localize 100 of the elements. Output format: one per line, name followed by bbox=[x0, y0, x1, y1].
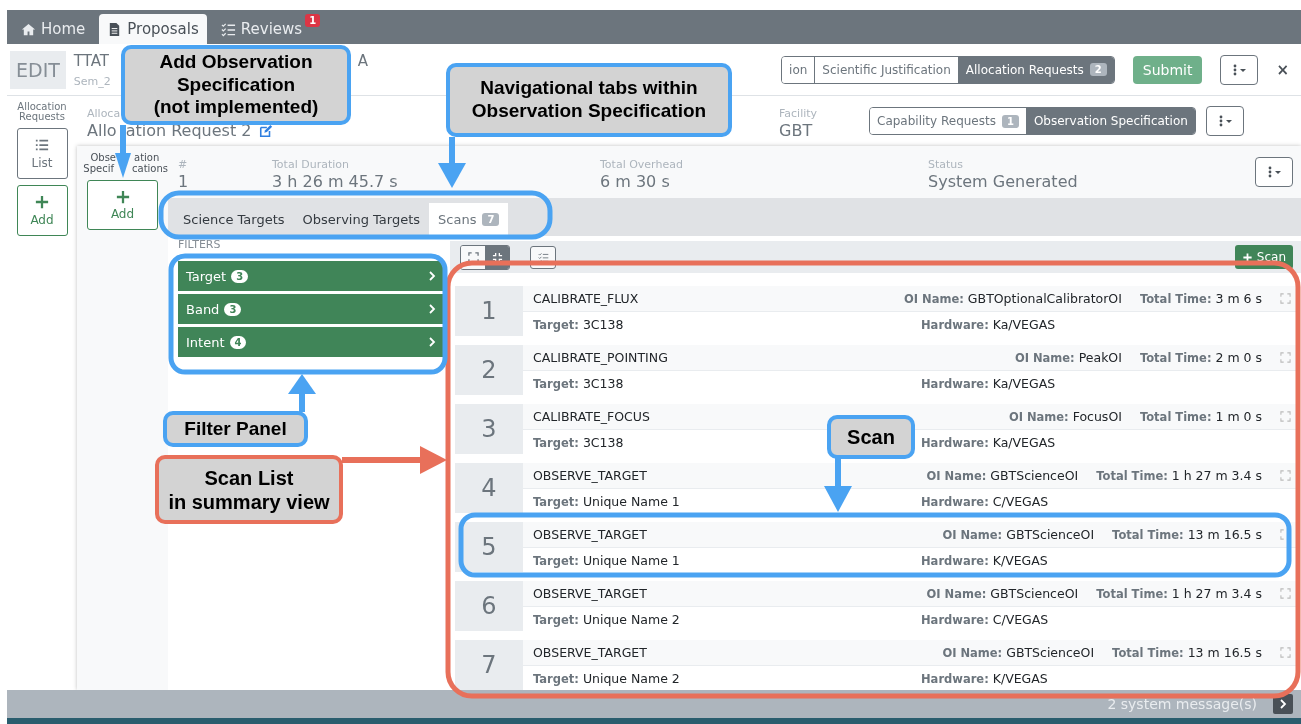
plus-icon bbox=[115, 189, 130, 204]
kebab-caret-icon bbox=[1266, 166, 1282, 178]
spec-tab[interactable]: Scans 7 bbox=[429, 203, 509, 236]
scan-hardware: Hardware: Ka/VEGAS bbox=[921, 316, 1056, 332]
filters-heading: FILTERS bbox=[178, 238, 221, 251]
facility-value: GBT bbox=[779, 121, 813, 140]
nav-tab[interactable]: Reviews 1 bbox=[212, 14, 323, 44]
summary-label: # bbox=[178, 158, 188, 171]
section-label: Obse bbox=[90, 152, 116, 163]
scan-row[interactable]: 4 OBSERVE_TARGET OI Name: GBTScienceOI Total Time: 1 h 27 m 3.4 s Target: Unique Name 1 Hardware: C/VEGAS bbox=[455, 463, 1297, 513]
home-icon bbox=[21, 21, 36, 37]
proposal-title: TTAT bbox=[73, 51, 109, 70]
scan-name: CALIBRATE_POINTING bbox=[533, 350, 668, 365]
total-time: Total Time: 3 m 6 s bbox=[1139, 291, 1262, 306]
scan-row[interactable]: 2 CALIBRATE_POINTING OI Name: PeakOI Total Time: 2 m 0 s Target: 3C138 Hardware: Ka/VEGAS bbox=[455, 345, 1297, 395]
scan-row[interactable]: 7 OBSERVE_TARGET OI Name: GBTScienceOI Total Time: 13 m 16.5 s Target: Unique Name 2 Hardware: K/VEGAS bbox=[455, 640, 1297, 690]
scan-name: CALIBRATE_FOCUS bbox=[533, 409, 650, 424]
add-button[interactable]: Add bbox=[87, 180, 158, 230]
total-time: Total Time: 13 m 16.5 s bbox=[1112, 527, 1262, 542]
summary-value: System Generated bbox=[928, 172, 1078, 191]
close-button[interactable]: × bbox=[1272, 58, 1293, 81]
scan-name: OBSERVE_TARGET bbox=[533, 586, 647, 601]
filter-item[interactable]: Intent 4 bbox=[178, 327, 444, 357]
summary-value: 3 h 26 m 45.7 s bbox=[272, 172, 398, 191]
scan-hardware: Hardware: Ka/VEGAS bbox=[921, 375, 1056, 391]
total-time: Total Time: 1 m 0 s bbox=[1139, 409, 1262, 424]
proposal-title: A bbox=[357, 52, 369, 70]
scan-row[interactable]: 6 OBSERVE_TARGET OI Name: GBTScienceOI Total Time: 1 h 27 m 3.4 s Target: Unique Name 2 Hardware: C/VEGAS bbox=[455, 581, 1297, 631]
scan-target: Target: Unique Name 2 bbox=[533, 670, 680, 686]
scan-target: Target: Unique Name 2 bbox=[533, 611, 680, 627]
scan-row[interactable]: 1 CALIBRATE_FLUX OI Name: GBTOptionalCalibratorOI Total Time: 3 m 6 s Target: 3C138 Hardware: Ka/VEGAS bbox=[455, 286, 1297, 336]
total-time: Total Time: 2 m 0 s bbox=[1139, 350, 1262, 365]
submit-button[interactable]: Submit bbox=[1132, 55, 1203, 84]
summary-label: Total Overhead bbox=[600, 158, 683, 171]
scan-name: OBSERVE_TARGET bbox=[533, 527, 647, 542]
chevron-icon bbox=[1279, 699, 1287, 709]
scan-name: OBSERVE_TARGET bbox=[533, 645, 647, 660]
chevron-icon bbox=[428, 271, 436, 281]
scan-target: Target: Unique Name 1 bbox=[533, 493, 680, 509]
arrow bbox=[824, 458, 852, 512]
request-tab[interactable]: Observation Specification bbox=[1025, 108, 1195, 134]
nav-tab[interactable]: Home bbox=[13, 14, 94, 44]
more-options-button[interactable] bbox=[1255, 157, 1293, 187]
sidebar-button[interactable]: Add bbox=[16, 185, 68, 236]
section-label: ation bbox=[134, 152, 160, 163]
summary-label: Status bbox=[928, 158, 964, 171]
compress-icon bbox=[491, 251, 503, 263]
scan-number: 4 bbox=[455, 463, 523, 513]
more-options-button[interactable] bbox=[1205, 106, 1244, 136]
request-name: Allo bbox=[87, 121, 117, 140]
oi-name: OI Name: GBTScienceOI bbox=[942, 645, 1095, 660]
edit-icon[interactable] bbox=[259, 123, 274, 138]
oi-name: OI Name: PeakOI bbox=[1014, 350, 1122, 365]
more-options-button[interactable] bbox=[1220, 54, 1259, 85]
summary-label: Total Duration bbox=[272, 158, 349, 171]
callout: Scan List in summary view bbox=[155, 455, 343, 524]
scan-target: Target: 3C138 bbox=[533, 434, 624, 450]
proposal-subtitle: Sem_2 bbox=[73, 74, 111, 88]
scan-hardware: Hardware: C/VEGAS bbox=[921, 493, 1049, 509]
spec-tab[interactable]: Observing Targets bbox=[293, 203, 430, 236]
scan-target: Target: Unique Name 1 bbox=[533, 552, 680, 568]
oi-name: OI Name: FocusOI bbox=[1008, 409, 1122, 424]
chevron-icon bbox=[428, 337, 436, 347]
scan-number: 7 bbox=[455, 640, 523, 690]
checklist-icon bbox=[220, 21, 236, 37]
callout: Filter Panel bbox=[163, 411, 308, 447]
field-label: Alloca bbox=[87, 107, 121, 120]
section-label: Specif bbox=[83, 163, 114, 174]
section-tab[interactable]: Allocation Requests 2 bbox=[957, 56, 1114, 83]
sidebar-label: Allocation Requests bbox=[16, 102, 68, 122]
notification-badge: 1 bbox=[305, 14, 321, 27]
plus-icon bbox=[1241, 251, 1253, 263]
scan-number: 3 bbox=[455, 404, 523, 454]
filter-item[interactable]: Band 3 bbox=[178, 294, 444, 324]
spec-tab[interactable]: Science Targets bbox=[174, 203, 294, 236]
arrow bbox=[438, 137, 466, 188]
section-label: cations bbox=[132, 163, 168, 174]
status-message: 2 system message(s) bbox=[1107, 696, 1257, 712]
scan-number: 2 bbox=[455, 345, 523, 395]
oi-name: OI Name: GBTScienceOI bbox=[926, 586, 1079, 601]
expand-icon bbox=[467, 251, 479, 263]
arrow bbox=[288, 374, 316, 412]
scan-number: 1 bbox=[455, 286, 523, 336]
scan-hardware: Hardware: K/VEGAS bbox=[921, 552, 1048, 568]
scan-target: Target: 3C138 bbox=[533, 316, 624, 332]
kebab-caret-icon bbox=[1231, 63, 1248, 76]
sidebar-button[interactable]: List bbox=[16, 128, 68, 179]
scan-hardware: Hardware: Ka/VEGAS bbox=[921, 434, 1056, 450]
total-time: Total Time: 1 h 27 m 3.4 s bbox=[1096, 586, 1262, 601]
plus-icon bbox=[35, 194, 49, 209]
scan-target: Target: 3C138 bbox=[533, 375, 624, 391]
scan-hardware: Hardware: C/VEGAS bbox=[921, 611, 1049, 627]
summary-value: 1 bbox=[178, 172, 189, 191]
scan-number: 5 bbox=[455, 522, 523, 572]
oi-name: OI Name: GBTScienceOI bbox=[926, 468, 1079, 483]
scan-row[interactable]: 5 OBSERVE_TARGET OI Name: GBTScienceOI Total Time: 13 m 16.5 s Target: Unique Name 1 Hardware: K/VEGAS bbox=[455, 522, 1297, 572]
nav-tab[interactable]: Proposals bbox=[99, 14, 207, 44]
oi-name: OI Name: GBTScienceOI bbox=[942, 527, 1095, 542]
callout: Navigational tabs within Observation Specification bbox=[446, 63, 732, 137]
filter-item[interactable]: Target 3 bbox=[178, 261, 444, 291]
